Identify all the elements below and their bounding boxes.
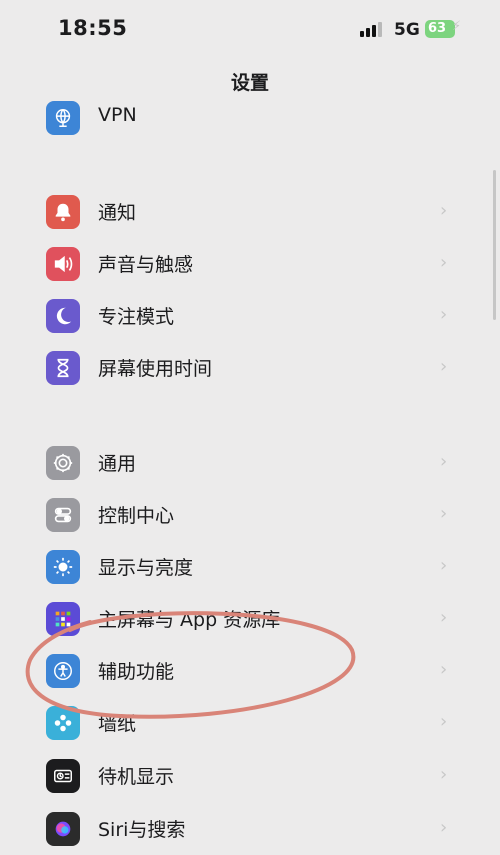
chevron-right-icon: › xyxy=(440,200,448,221)
settings-row-label: 墙纸 xyxy=(98,713,137,735)
standby-icon xyxy=(46,759,80,793)
chevron-right-icon: › xyxy=(440,607,448,628)
chevron-right-icon: › xyxy=(440,817,448,838)
chevron-right-icon: › xyxy=(440,764,448,785)
settings-row-home-screen[interactable]: 主屏幕与 App 资源库 › xyxy=(0,593,500,645)
flower-icon xyxy=(46,706,80,740)
settings-row-focus[interactable]: 专注模式 › xyxy=(0,290,500,342)
sun-icon xyxy=(46,550,80,584)
battery-icon: 63 xyxy=(425,20,455,38)
settings-row-label: 控制中心 xyxy=(98,505,175,527)
settings-row-control-center[interactable]: 控制中心 › xyxy=(0,489,500,541)
settings-row-label: Siri与搜索 xyxy=(98,819,186,841)
cellular-signal-icon xyxy=(360,21,382,37)
scrollbar[interactable] xyxy=(493,170,496,320)
chevron-right-icon: › xyxy=(440,252,448,273)
chevron-right-icon: › xyxy=(440,356,448,377)
settings-row-notifications[interactable]: 通知 › xyxy=(0,186,500,238)
chevron-right-icon: › xyxy=(440,304,448,325)
settings-row-label: 专注模式 xyxy=(98,306,175,328)
app-grid-icon xyxy=(46,602,80,636)
settings-row-vpn[interactable]: VPN xyxy=(0,92,500,144)
siri-icon xyxy=(46,812,80,846)
settings-row-label: 屏幕使用时间 xyxy=(98,358,213,380)
settings-row-display[interactable]: 显示与亮度 › xyxy=(0,541,500,593)
chevron-right-icon: › xyxy=(440,555,448,576)
settings-row-siri[interactable]: Siri与搜索 › xyxy=(0,803,500,855)
accessibility-icon xyxy=(46,654,80,688)
settings-row-label: VPN xyxy=(98,104,137,126)
settings-row-accessibility[interactable]: 辅助功能 › xyxy=(0,645,500,697)
vpn-globe-icon xyxy=(46,101,80,135)
status-time: 18:55 xyxy=(58,16,128,40)
gear-icon xyxy=(46,446,80,480)
chevron-right-icon: › xyxy=(440,711,448,732)
bell-icon xyxy=(46,195,80,229)
hourglass-icon xyxy=(46,351,80,385)
settings-row-label: 通用 xyxy=(98,453,137,475)
moon-icon xyxy=(46,299,80,333)
page-title: 设置 xyxy=(230,72,269,94)
status-bar: 18:55 5G 63 ⚡ xyxy=(0,0,500,60)
toggles-icon xyxy=(46,498,80,532)
speaker-icon xyxy=(46,247,80,281)
settings-row-label: 待机显示 xyxy=(98,766,175,788)
chevron-right-icon: › xyxy=(440,659,448,680)
settings-row-screen-time[interactable]: 屏幕使用时间 › xyxy=(0,342,500,394)
settings-row-label: 主屏幕与 App 资源库 xyxy=(98,609,281,631)
settings-row-label: 声音与触感 xyxy=(98,254,194,276)
settings-row-label: 辅助功能 xyxy=(98,661,175,683)
network-type: 5G xyxy=(394,20,420,40)
chevron-right-icon: › xyxy=(440,451,448,472)
settings-row-general[interactable]: 通用 › xyxy=(0,437,500,489)
settings-row-label: 显示与亮度 xyxy=(98,557,194,579)
settings-row-wallpaper[interactable]: 墙纸 › xyxy=(0,697,500,749)
settings-row-label: 通知 xyxy=(98,202,137,224)
chevron-right-icon: › xyxy=(440,503,448,524)
settings-row-standby[interactable]: 待机显示 › xyxy=(0,750,500,802)
charging-bolt-icon: ⚡ xyxy=(452,19,462,34)
settings-row-sounds[interactable]: 声音与触感 › xyxy=(0,238,500,290)
